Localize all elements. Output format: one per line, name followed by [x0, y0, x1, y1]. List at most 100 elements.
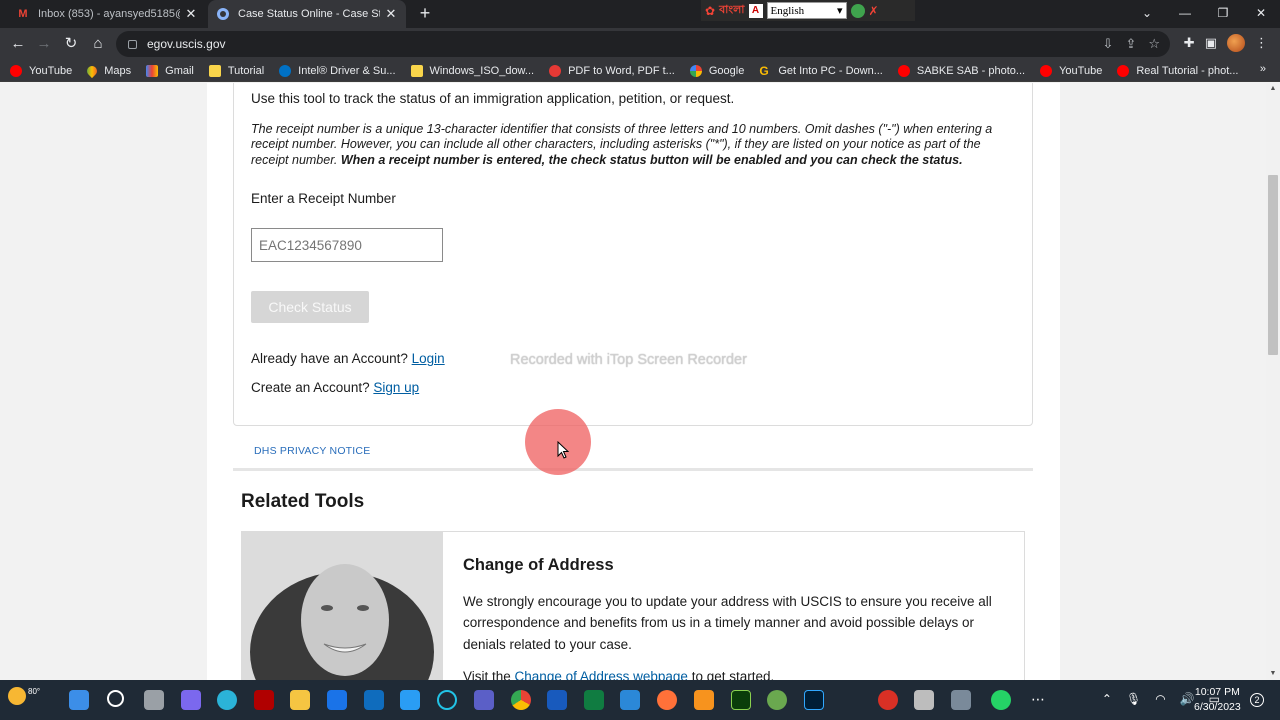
- receipt-number-label: Enter a Receipt Number: [251, 191, 396, 206]
- gmail-icon: M: [18, 8, 28, 20]
- address-bar[interactable]: egov.uscis.gov ⇩ ⇪ ☆: [116, 31, 1170, 57]
- microphone-icon[interactable]: 🎙: [1126, 692, 1141, 706]
- change-of-address-description: We strongly encourage you to update your…: [463, 594, 992, 652]
- share-icon[interactable]: ⇪: [1125, 36, 1136, 52]
- chevron-up-icon[interactable]: ⌃: [1102, 692, 1112, 706]
- bookmark-intel[interactable]: Intel® Driver & Su...: [279, 64, 396, 77]
- menu-kebab-icon[interactable]: ⋮: [1255, 35, 1268, 51]
- whatsapp-icon[interactable]: [991, 690, 1011, 710]
- url-text[interactable]: egov.uscis.gov: [147, 37, 226, 51]
- bookmark-pdf-to-word[interactable]: PDF to Word, PDF t...: [549, 64, 675, 77]
- bookmark-google[interactable]: Google: [689, 64, 744, 77]
- bookmark-star-icon[interactable]: ☆: [1148, 36, 1160, 52]
- cortana-icon[interactable]: [437, 690, 457, 710]
- bookmark-gmail[interactable]: Gmail: [146, 64, 194, 77]
- side-panel-icon[interactable]: ▣: [1205, 35, 1217, 51]
- notification-badge[interactable]: 2: [1250, 693, 1264, 707]
- teams-chat-icon[interactable]: [181, 690, 201, 710]
- minimize-button[interactable]: —: [1166, 0, 1204, 28]
- change-of-address-link[interactable]: Change of Address webpage: [515, 669, 688, 680]
- clock-date: 6/30/2023: [1194, 701, 1241, 713]
- app-red-icon[interactable]: [254, 690, 274, 710]
- windows-taskbar: 80° ⋯ ⌃ 🎙 ◠ 🔊 ▭ 10:07 PM 6/30/2023 2: [0, 680, 1280, 720]
- tab-title: Inbox (853) - ayansyed5185@gm: [38, 8, 180, 20]
- tab-gmail-inbox[interactable]: M Inbox (853) - ayansyed5185@gm ✕: [8, 0, 206, 28]
- lock-icon[interactable]: [128, 39, 137, 49]
- scroll-down-arrow-icon[interactable]: ▼: [1266, 668, 1280, 680]
- new-tab-button[interactable]: +: [414, 3, 436, 25]
- signup-link[interactable]: Sign up: [373, 380, 419, 395]
- bookmark-sabke-sab[interactable]: SABKE SAB - photo...: [897, 64, 1025, 77]
- bookmark-youtube-2[interactable]: YouTube: [1040, 64, 1102, 77]
- scrollbar-thumb[interactable]: [1268, 175, 1278, 355]
- receipt-number-input[interactable]: [251, 228, 443, 262]
- getintopc-icon: G: [759, 63, 769, 78]
- avro-a-icon[interactable]: A: [748, 3, 763, 18]
- more-bookmarks-icon[interactable]: »: [1260, 63, 1266, 75]
- bookmark-windows-iso[interactable]: Windows_ISO_dow...: [410, 64, 534, 77]
- wifi-icon[interactable]: ◠: [1155, 692, 1165, 706]
- youtube-icon: [897, 64, 910, 77]
- receipt-number-note: The receipt number is a unique 13-charac…: [251, 122, 1021, 168]
- mail-icon[interactable]: [364, 690, 384, 710]
- file-explorer-icon[interactable]: [290, 690, 310, 710]
- pdf-icon: [549, 64, 562, 77]
- excel-icon[interactable]: [584, 690, 604, 710]
- tool-icon[interactable]: ✗: [869, 4, 879, 18]
- install-icon[interactable]: ⇩: [1103, 36, 1114, 52]
- bookmarks-bar: YouTube Maps Gmail Tutorial Intel® Drive…: [0, 60, 1280, 82]
- screen-recorder-icon[interactable]: [878, 690, 898, 710]
- close-tab-icon[interactable]: ✕: [184, 6, 198, 22]
- forward-arrow-icon[interactable]: →: [34, 34, 54, 54]
- youtube-icon: [1040, 64, 1053, 77]
- window-controls: ⌄ — ❐ ✕: [1128, 0, 1280, 28]
- store-icon[interactable]: [327, 690, 347, 710]
- video-app-icon[interactable]: [474, 690, 494, 710]
- close-window-button[interactable]: ✕: [1242, 0, 1280, 28]
- tray-app-icon[interactable]: [914, 690, 934, 710]
- bookmark-tutorial[interactable]: Tutorial: [208, 64, 264, 77]
- bookmark-youtube[interactable]: YouTube: [10, 64, 72, 77]
- scroll-up-arrow-icon[interactable]: ▲: [1266, 83, 1280, 95]
- start-windows-icon[interactable]: [69, 690, 89, 710]
- page-scrollbar[interactable]: ▲ ▼: [1266, 83, 1280, 680]
- reload-icon[interactable]: ↻: [61, 34, 81, 54]
- word-icon[interactable]: [547, 690, 567, 710]
- firefox-icon[interactable]: [657, 690, 677, 710]
- home-icon[interactable]: ⌂: [88, 34, 108, 54]
- more-apps-icon[interactable]: ⋯: [1028, 690, 1048, 710]
- edge-icon[interactable]: [217, 690, 237, 710]
- globe-icon[interactable]: [850, 3, 865, 18]
- app-green-icon[interactable]: [767, 690, 787, 710]
- google-icon: [689, 64, 702, 77]
- tab-search-icon[interactable]: ⌄: [1128, 0, 1166, 28]
- language-select[interactable]: English ▾: [766, 2, 847, 19]
- gmail-icon: [146, 64, 159, 77]
- chrome-icon[interactable]: [511, 690, 531, 710]
- bookmark-maps[interactable]: Maps: [85, 63, 131, 78]
- dreamweaver-icon[interactable]: [731, 690, 751, 710]
- close-tab-icon[interactable]: ✕: [384, 6, 398, 22]
- back-arrow-icon[interactable]: ←: [8, 34, 28, 54]
- login-link[interactable]: Login: [412, 351, 445, 366]
- profile-avatar[interactable]: [1227, 34, 1245, 52]
- search-icon[interactable]: [107, 690, 124, 707]
- calculator-icon[interactable]: [620, 690, 640, 710]
- dhs-privacy-notice-link[interactable]: DHS PRIVACY NOTICE: [254, 445, 370, 457]
- browser-toolbar: ← → ↻ ⌂ egov.uscis.gov ⇩ ⇪ ☆ ✚ ▣ ⋮: [0, 28, 1280, 60]
- taskbar-clock[interactable]: 10:07 PM 6/30/2023: [1194, 685, 1241, 715]
- task-view-icon[interactable]: [144, 690, 164, 710]
- speaker-icon[interactable]: 🔊: [1180, 692, 1195, 706]
- xampp-icon[interactable]: [694, 690, 714, 710]
- tab-case-status[interactable]: Case Status Online - Case Status ✕: [208, 0, 406, 28]
- bookmark-getintopc[interactable]: G Get Into PC - Down...: [759, 65, 883, 77]
- change-of-address-visit: Visit the Change of Address webpage to g…: [463, 669, 774, 680]
- check-status-button[interactable]: Check Status: [251, 291, 369, 323]
- extensions-icon[interactable]: ✚: [1184, 35, 1195, 51]
- weather-widget[interactable]: 80°: [8, 687, 40, 705]
- photoshop-icon[interactable]: [804, 690, 824, 710]
- restore-button[interactable]: ❐: [1204, 0, 1242, 28]
- bookmark-real-tutorial[interactable]: Real Tutorial - phot...: [1117, 64, 1238, 77]
- tray-app-icon-2[interactable]: [951, 690, 971, 710]
- launcher-l-icon[interactable]: [400, 690, 420, 710]
